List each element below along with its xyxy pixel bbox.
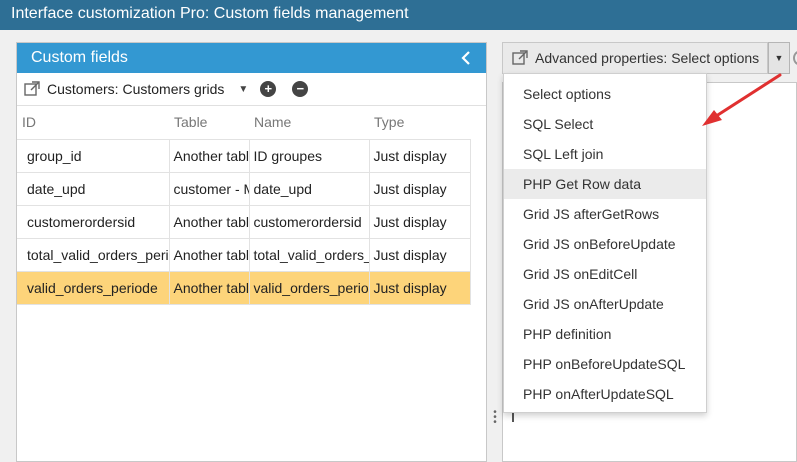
cell-type[interactable]: Just display <box>369 238 471 272</box>
external-link-icon[interactable] <box>23 80 41 98</box>
cell-type[interactable]: Just display <box>369 139 471 173</box>
chevron-down-icon[interactable]: ▼ <box>238 84 248 95</box>
add-field-button[interactable]: + <box>260 81 277 97</box>
caret-down-icon: ▼ <box>774 53 784 63</box>
cell-table[interactable]: Another table <box>169 238 250 272</box>
custom-fields-table: ID Table Name Type group_id Another tabl… <box>17 106 471 305</box>
menu-item-select-options[interactable]: Select options <box>504 79 706 109</box>
column-header-type[interactable]: Type <box>369 106 470 140</box>
menu-item-php-onafterupdatesql[interactable]: PHP onAfterUpdateSQL <box>504 379 706 409</box>
table-row-selected[interactable]: valid_orders_periode Another table valid… <box>17 271 471 305</box>
panel-splitter-handle[interactable]: • • • <box>492 408 498 428</box>
cell-name[interactable]: customerordersid <box>249 205 370 239</box>
cell-name[interactable]: ID groupes <box>249 139 370 173</box>
cell-name[interactable]: total_valid_orders_periode <box>249 238 370 272</box>
cell-id[interactable]: date_upd <box>17 172 170 206</box>
grid-selector[interactable]: Customers: Customers grids <box>47 81 224 97</box>
panel-header: Custom fields <box>17 43 486 73</box>
menu-item-grid-js-onbeforeupdate[interactable]: Grid JS onBeforeUpdate <box>504 229 706 259</box>
custom-fields-toolbar: Customers: Customers grids ▼ + − <box>17 73 486 106</box>
menu-item-php-get-row-data[interactable]: PHP Get Row data <box>504 169 706 199</box>
advanced-properties-label[interactable]: Advanced properties: Select options <box>535 50 759 66</box>
menu-item-grid-js-onafterupdate[interactable]: Grid JS onAfterUpdate <box>504 289 706 319</box>
column-header-id[interactable]: ID <box>17 106 169 140</box>
window-title: Interface customization Pro: Custom fiel… <box>0 0 797 30</box>
cell-table[interactable]: customer - M <box>169 172 250 206</box>
cell-type[interactable]: Just display <box>369 271 471 305</box>
cell-id[interactable]: customerordersid <box>17 205 170 239</box>
table-row[interactable]: date_upd customer - M date_upd Just disp… <box>17 172 471 206</box>
cell-type[interactable]: Just display <box>369 172 471 206</box>
menu-item-php-definition[interactable]: PHP definition <box>504 319 706 349</box>
column-header-name[interactable]: Name <box>249 106 369 140</box>
annotation-arrow-icon <box>702 73 782 126</box>
menu-item-php-onbeforeupdatesql[interactable]: PHP onBeforeUpdateSQL <box>504 349 706 379</box>
panel-title: Custom fields <box>31 49 128 66</box>
cell-id[interactable]: total_valid_orders_periode <box>17 238 170 272</box>
table-row[interactable]: group_id Another table ID groupes Just d… <box>17 139 471 173</box>
cell-type[interactable]: Just display <box>369 205 471 239</box>
cell-id[interactable]: group_id <box>17 139 170 173</box>
cell-id[interactable]: valid_orders_periode <box>17 271 170 305</box>
menu-item-grid-js-onedittcell[interactable]: Grid JS onEditCell <box>504 259 706 289</box>
table-header-row: ID Table Name Type <box>17 106 470 140</box>
collapse-button[interactable] <box>456 43 476 73</box>
cell-name[interactable]: valid_orders_periode <box>249 271 370 305</box>
table-row[interactable]: total_valid_orders_periode Another table… <box>17 238 471 272</box>
external-link-icon[interactable] <box>511 49 529 67</box>
cell-table[interactable]: Another table <box>169 205 250 239</box>
table-row[interactable]: customerordersid Another table customero… <box>17 205 471 239</box>
plus-circle-icon: + <box>264 81 273 96</box>
column-header-table[interactable]: Table <box>169 106 249 140</box>
cell-table[interactable]: Another table <box>169 271 250 305</box>
cell-name[interactable]: date_upd <box>249 172 370 206</box>
custom-fields-panel: Custom fields Customers: Customers grids… <box>16 42 487 462</box>
menu-item-sql-select[interactable]: SQL Select <box>504 109 706 139</box>
partial-icon[interactable] <box>793 50 797 66</box>
menu-item-sql-left-join[interactable]: SQL Left join <box>504 139 706 169</box>
minus-circle-icon: − <box>296 81 305 96</box>
remove-field-button[interactable]: − <box>292 81 309 97</box>
cell-table[interactable]: Another table <box>169 139 250 173</box>
advanced-properties-menu: Select options SQL Select SQL Left join … <box>503 73 707 413</box>
menu-item-grid-js-aftergetrows[interactable]: Grid JS afterGetRows <box>504 199 706 229</box>
chevron-left-icon <box>461 51 470 65</box>
